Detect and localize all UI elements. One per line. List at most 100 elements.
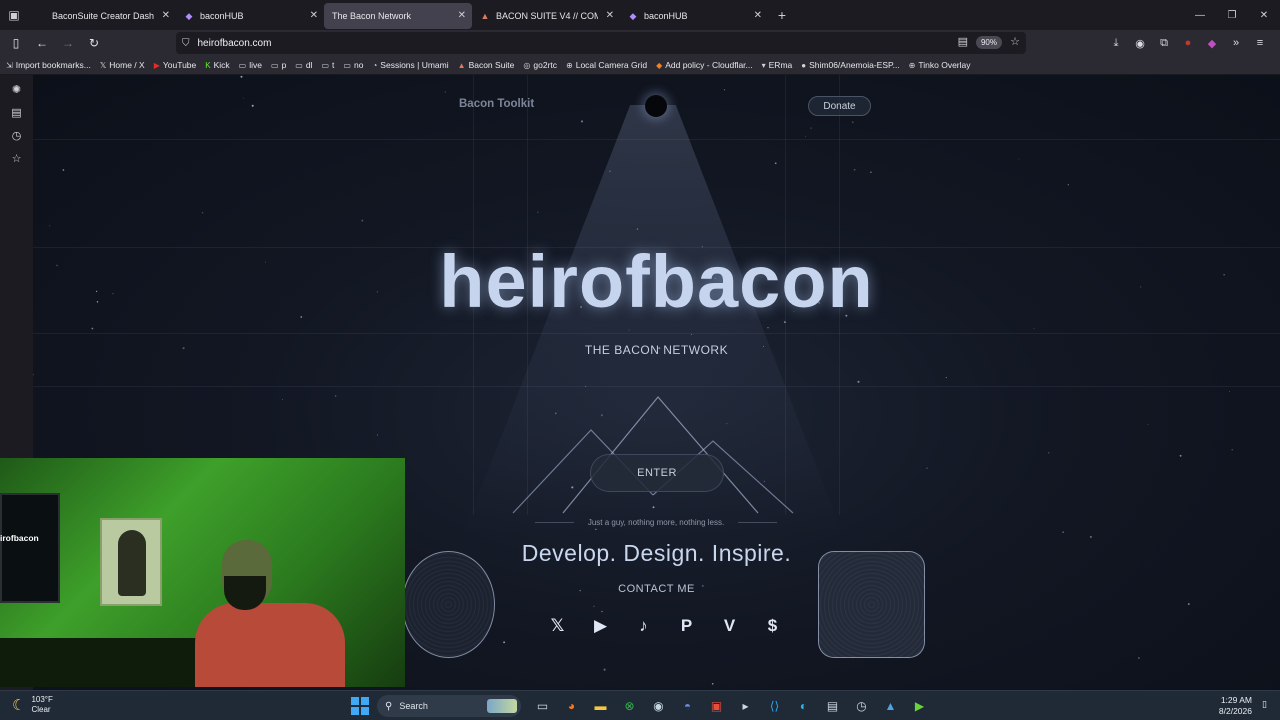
decorative-orb [402, 551, 495, 658]
bookmark-item[interactable]: ▲ Bacon Suite [458, 60, 515, 70]
erma-icon: ▾ [761, 60, 766, 70]
reader-view-icon[interactable]: ▤ [958, 35, 968, 48]
minimize-icon[interactable]: — [1184, 0, 1216, 30]
steam-icon[interactable]: ◉ [644, 694, 673, 718]
file-explorer-icon[interactable]: ▭ [528, 694, 557, 718]
new-tab-button[interactable]: + [768, 0, 796, 30]
forward-icon[interactable]: → [56, 31, 80, 55]
menu-icon[interactable]: ≡ [1248, 31, 1272, 55]
extensions-icon[interactable]: ⧉ [1152, 31, 1176, 55]
reload-icon[interactable]: ↻ [82, 31, 106, 55]
ublock-icon[interactable]: ● [1176, 31, 1200, 55]
bookmark-item[interactable]: ⇲ Import bookmarks... [6, 60, 91, 70]
tracking-shield-icon[interactable]: ⛉ [182, 38, 190, 49]
donate-button[interactable]: Donate [808, 96, 871, 116]
recorder-icon[interactable]: ▣ [702, 694, 731, 718]
bookmark-label: ERma [768, 60, 793, 70]
bookmark-item[interactable]: K Kick [205, 60, 229, 70]
bookmark-item[interactable]: ⊕ Tinko Overlay [909, 60, 971, 70]
tab-list-icon[interactable]: ▣ [0, 0, 28, 30]
start-button[interactable] [350, 696, 370, 716]
firefox-icon[interactable]: ◕ [557, 694, 586, 718]
close-window-icon[interactable]: ✕ [1248, 0, 1280, 30]
url-bar[interactable]: ⛉ heirofbacon.com ▤ 90% ☆ [176, 32, 1026, 54]
terminal-icon[interactable]: ▸ [731, 694, 760, 718]
media-icon[interactable]: ▶ [905, 694, 934, 718]
notification-icon[interactable]: ▯ [1262, 699, 1272, 711]
weather-temp: 103°F [31, 695, 53, 704]
star [240, 75, 243, 78]
star [945, 377, 947, 379]
bookmark-item[interactable]: ◆ Add policy - Cloudflar... [656, 60, 753, 70]
bacon-toolkit-link[interactable]: Bacon Toolkit [459, 98, 534, 110]
bookmark-item[interactable]: 𝕏 Home / X [100, 60, 145, 70]
umami-icon: ◔ [372, 60, 378, 70]
tab-baconhub[interactable]: ◆ baconHUB ✕ [176, 3, 324, 29]
star [91, 327, 94, 330]
divider [738, 521, 777, 523]
overflow-icon[interactable]: » [1224, 31, 1248, 55]
downloads-icon[interactable]: ⤓ [1104, 31, 1128, 55]
bookmark-item[interactable]: ◎ go2rtc [523, 60, 557, 70]
enter-button[interactable]: ENTER [590, 454, 724, 492]
restore-icon[interactable]: ❐ [1216, 0, 1248, 30]
edge-icon[interactable]: ◐ [789, 694, 818, 718]
star [1033, 327, 1035, 329]
paypal-icon[interactable]: P [665, 615, 708, 637]
clock-icon[interactable]: ◷ [847, 694, 876, 718]
kick-icon: K [205, 60, 211, 70]
history-icon[interactable]: ◷ [0, 124, 33, 147]
tab-close-icon[interactable]: ✕ [606, 10, 614, 21]
bookmark-item[interactable]: ▭ t [321, 60, 334, 70]
star [852, 121, 854, 123]
bookmark-item[interactable]: ▾ ERma [762, 60, 793, 70]
zoom-level-badge[interactable]: 90% [975, 36, 1002, 49]
venmo-icon[interactable]: V [708, 615, 751, 637]
star [444, 91, 446, 93]
tiktok-icon[interactable]: ♪ [622, 615, 665, 637]
github-icon: ● [801, 60, 807, 70]
tab-close-icon[interactable]: ✕ [754, 10, 762, 21]
cashapp-icon[interactable]: $ [751, 615, 794, 637]
tab-baconhub-2[interactable]: ◆ baconHUB ✕ [620, 3, 768, 29]
xbox-icon[interactable]: ⊗ [615, 694, 644, 718]
bookmark-item[interactable]: ● Shim06/Anemoia-ESP... [801, 60, 899, 70]
system-clock[interactable]: 1:29 AM 8/2/2026 [1219, 695, 1252, 717]
youtube-icon[interactable]: ▶ [579, 615, 622, 637]
photos-icon[interactable]: ▲ [876, 694, 905, 718]
account-icon[interactable]: ◉ [1128, 31, 1152, 55]
tab-close-icon[interactable]: ✕ [310, 10, 318, 21]
synced-tabs-icon[interactable]: ▤ [0, 101, 33, 124]
x-icon[interactable]: 𝕏 [536, 615, 579, 637]
tab-creator-dashboard[interactable]: BaconSuite Creator Dashboard ✕ [28, 3, 176, 29]
folder-icon: ▭ [343, 60, 351, 70]
vscode-icon[interactable]: ⟨⟩ [760, 694, 789, 718]
tab-bacon-network[interactable]: The Bacon Network ✕ [324, 3, 472, 29]
tab-bacon-suite-command[interactable]: ▲ BACON SUITE V4 // COMMAND ✕ [472, 3, 620, 29]
bookmark-item[interactable]: ▶ YouTube [154, 60, 197, 70]
tab-title: baconHUB [644, 11, 688, 21]
bookmark-item[interactable]: ▭ live [239, 60, 262, 70]
bookmark-item[interactable]: ▭ p [271, 60, 286, 70]
discord-icon[interactable]: ◓ [673, 694, 702, 718]
star [767, 327, 769, 329]
bookmark-item[interactable]: ▭ no [343, 60, 363, 70]
tab-close-icon[interactable]: ✕ [458, 10, 466, 21]
folder-icon[interactable]: ▬ [586, 694, 615, 718]
star [723, 89, 726, 91]
star [1229, 390, 1230, 392]
bookmark-star-icon[interactable]: ☆ [1010, 35, 1020, 48]
back-icon[interactable]: ← [30, 31, 54, 55]
bookmark-label: live [249, 60, 262, 70]
taskbar-search[interactable]: ⚲ Search [377, 695, 521, 717]
bookmarks-icon[interactable]: ☆ [0, 147, 33, 170]
tab-close-icon[interactable]: ✕ [162, 10, 170, 21]
weather-widget[interactable]: ☾ 103°F Clear [12, 695, 53, 715]
bookmark-item[interactable]: ▭ dl [295, 60, 312, 70]
bookmark-item[interactable]: ◔ Sessions | Umami [372, 60, 448, 70]
bookmark-item[interactable]: ⊕ Local Camera Grid [566, 60, 647, 70]
ai-chat-icon[interactable]: ✺ [0, 78, 33, 101]
sidebar-toggle-icon[interactable]: ▯ [4, 31, 28, 55]
extension-icon[interactable]: ◆ [1200, 31, 1224, 55]
app-icon[interactable]: ▤ [818, 694, 847, 718]
